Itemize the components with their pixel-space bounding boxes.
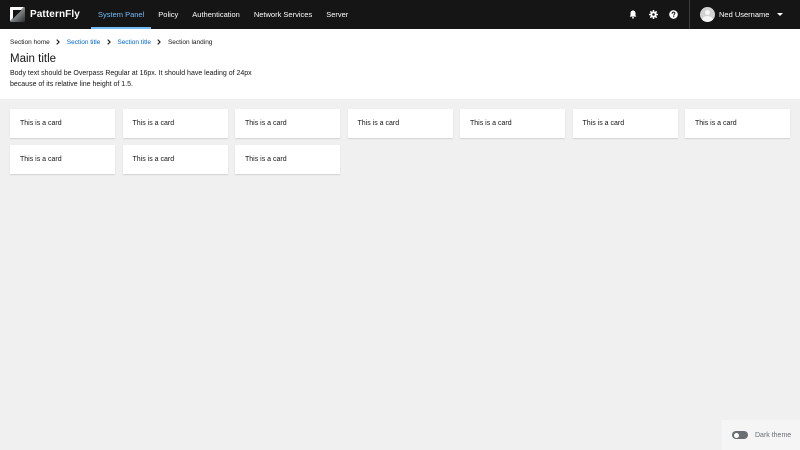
breadcrumb: Section home Section title Section title… — [10, 38, 212, 46]
breadcrumb-item-section-title-1[interactable]: Section title — [67, 39, 101, 46]
primary-nav: System Panel Policy Authentication Netwo… — [91, 0, 355, 29]
help-icon[interactable] — [663, 0, 683, 29]
card[interactable]: This is a card — [10, 145, 115, 174]
chevron-right-icon — [157, 38, 162, 46]
card[interactable]: This is a card — [685, 109, 790, 138]
chevron-right-icon — [106, 38, 111, 46]
nav-item-system-panel[interactable]: System Panel — [91, 0, 152, 29]
brand[interactable]: PatternFly — [10, 0, 91, 29]
card[interactable]: This is a card — [235, 145, 340, 174]
brand-name: PatternFly — [30, 9, 80, 20]
card[interactable]: This is a card — [460, 109, 565, 138]
masthead-toolbar: Ned Username — [623, 0, 800, 29]
breadcrumb-item-section-title-2[interactable]: Section title — [117, 39, 151, 46]
dark-theme-label: Dark theme — [755, 431, 792, 439]
masthead: PatternFly System Panel Policy Authentic… — [0, 0, 800, 29]
page-header-section: Section home Section title Section title… — [0, 29, 800, 99]
caret-down-icon — [777, 13, 784, 16]
patternfly-logo-icon — [10, 7, 25, 22]
nav-item-network-services[interactable]: Network Services — [247, 0, 319, 29]
dark-theme-toggle: Dark theme — [722, 420, 800, 450]
card[interactable]: This is a card — [572, 109, 678, 138]
breadcrumb-item-section-home[interactable]: Section home — [10, 39, 50, 46]
card[interactable]: This is a card — [347, 109, 453, 138]
avatar — [700, 7, 715, 22]
chevron-right-icon — [56, 38, 61, 46]
gear-icon[interactable] — [643, 0, 663, 29]
breadcrumb-item-section-landing: Section landing — [167, 38, 213, 46]
user-name: Ned Username — [719, 10, 770, 19]
card[interactable]: This is a card — [235, 109, 340, 138]
user-menu-toggle[interactable]: Ned Username — [690, 0, 800, 29]
card[interactable]: This is a card — [10, 109, 115, 138]
card[interactable]: This is a card — [122, 109, 228, 138]
page-title: Main title — [10, 53, 57, 65]
card[interactable]: This is a card — [122, 145, 228, 174]
bell-icon[interactable] — [623, 0, 643, 29]
page-description: Body text should be Overpass Regular at … — [10, 70, 252, 88]
nav-item-server[interactable]: Server — [319, 0, 355, 29]
nav-item-policy[interactable]: Policy — [151, 0, 185, 29]
dark-theme-switch[interactable] — [732, 431, 748, 439]
nav-item-authentication[interactable]: Authentication — [185, 0, 247, 29]
